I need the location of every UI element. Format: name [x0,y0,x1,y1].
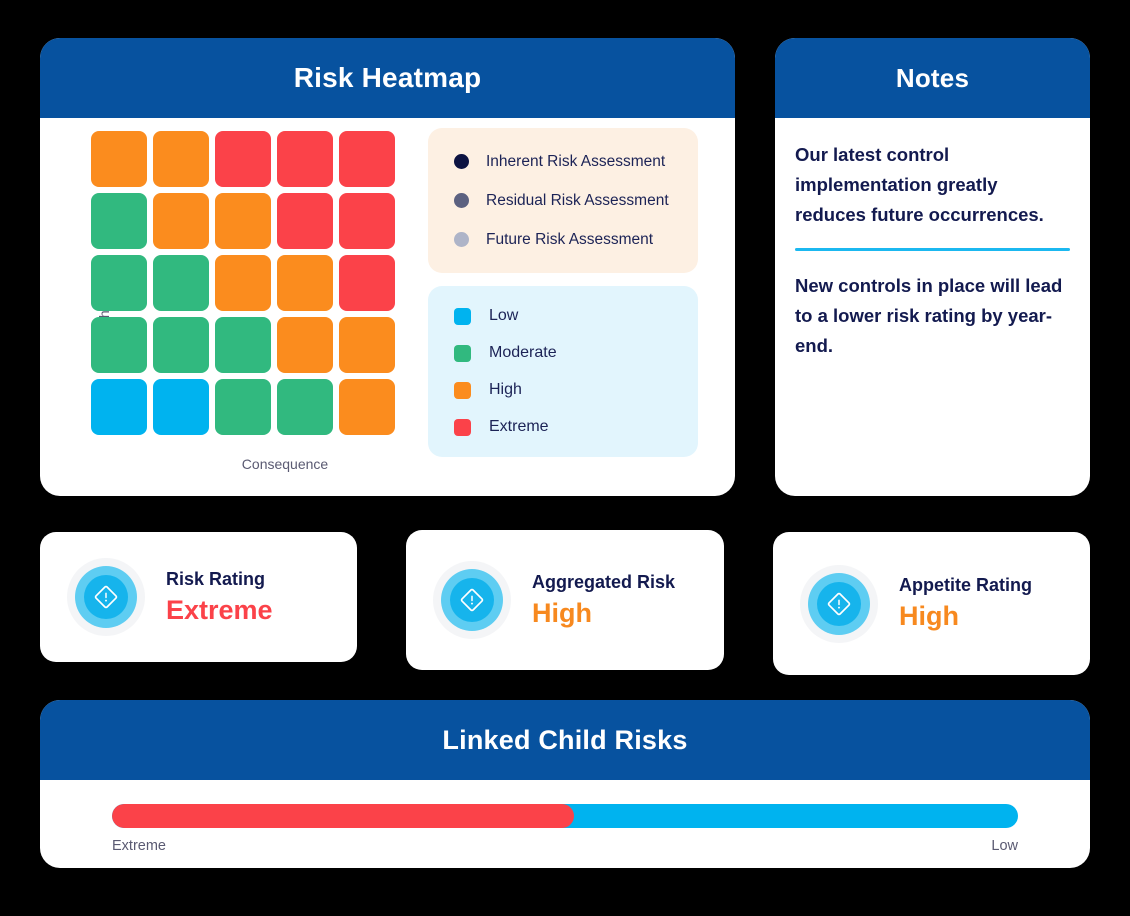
risk-bar-labels: Extreme Low [112,838,1018,854]
heatmap-cell-r1-c4[interactable] [277,131,333,187]
note-paragraph-1: Our latest control implementation greatl… [795,144,1044,225]
risk-heatmap-card: Risk Heatmap Likelihood Consequence Inhe… [40,38,735,496]
heatmap-cell-r2-c1[interactable] [91,193,147,249]
aggregated-risk-text: Aggregated Risk High [532,572,675,629]
risk-rating-value: Extreme [166,594,273,625]
heatmap-cell-r4-c2[interactable] [153,317,209,373]
legend-dot-icon [454,154,469,169]
alert-diamond-icon [800,564,878,643]
appetite-rating-text: Appetite Rating High [899,575,1032,632]
heatmap-cell-r1-c2[interactable] [153,131,209,187]
heatmap-cell-r5-c4[interactable] [277,379,333,435]
risk-scale-legend: Low Moderate High Extreme [428,286,698,457]
notes-card: Notes Our latest control implementation … [775,38,1090,496]
aggregated-risk-value: High [532,597,592,628]
risk-heatmap-body: Likelihood Consequence Inherent Risk Ass… [40,118,735,496]
heatmap-cell-r5-c5[interactable] [339,379,395,435]
heatmap-cell-r4-c4[interactable] [277,317,333,373]
legend-swatch-icon [454,381,471,399]
scale-legend-label: Extreme [489,418,549,435]
notes-divider [795,247,1070,251]
heatmap-cell-r5-c2[interactable] [153,379,209,435]
heatmap-cell-r2-c2[interactable] [153,193,209,249]
notes-title: Notes [775,38,1090,118]
appetite-rating-value: High [899,601,959,631]
aggregated-risk-card[interactable]: Aggregated Risk High [406,530,724,670]
heatmap-cell-r3-c5[interactable] [339,255,395,311]
heatmap-cell-r1-c3[interactable] [215,131,271,187]
assessment-legend-label: Residual Risk Assessment [486,191,669,209]
heatmap-cell-r2-c5[interactable] [339,193,395,249]
linked-child-risks-body: Extreme Low [40,780,1090,868]
scale-legend-item[interactable]: Low [454,302,698,330]
legend-swatch-icon [454,418,471,436]
heatmap-cell-r3-c3[interactable] [215,255,271,311]
assessment-legend-item[interactable]: Future Risk Assessment [454,224,698,255]
heatmap-cell-r4-c1[interactable] [91,317,147,373]
assessment-legend-label: Inherent Risk Assessment [486,152,666,170]
alert-diamond-icon [433,561,511,639]
appetite-rating-card[interactable]: Appetite Rating High [773,532,1090,675]
scale-legend-label: Moderate [489,344,557,361]
risk-rating-label: Risk Rating [166,568,266,589]
risk-rating-card[interactable]: Risk Rating Extreme [40,532,357,662]
risk-bar-label-right: Low [991,838,1018,854]
risk-bar-label-left: Extreme [112,838,166,854]
assessment-legend: Inherent Risk Assessment Residual Risk As… [428,128,698,273]
scale-legend-label: High [489,381,522,398]
heatmap-cell-r1-c1[interactable] [91,131,147,187]
heatmap-cell-r3-c2[interactable] [153,255,209,311]
risk-distribution-bar[interactable] [112,804,1018,828]
risk-heatmap-title: Risk Heatmap [40,38,735,118]
scale-legend-item[interactable]: Extreme [454,413,698,441]
heatmap-cell-r4-c5[interactable] [339,317,395,373]
heatmap-cell-r5-c1[interactable] [91,379,147,435]
alert-diamond-icon [67,558,145,636]
appetite-rating-label: Appetite Rating [899,575,1032,595]
scale-legend-item[interactable]: High [454,376,698,404]
legend-swatch-icon [454,344,471,362]
scale-legend-item[interactable]: Moderate [454,339,698,367]
legend-swatch-icon [454,307,471,325]
heatmap-cell-r1-c5[interactable] [339,131,395,187]
heatmap-cell-r3-c1[interactable] [91,255,147,311]
heatmap-grid [91,131,395,435]
aggregated-risk-label: Aggregated Risk [532,571,676,592]
assessment-legend-label: Future Risk Assessment [486,230,654,248]
heatmap-cell-r2-c3[interactable] [215,193,271,249]
linked-child-risks-title: Linked Child Risks [40,700,1090,780]
consequence-axis-label: Consequence [241,456,329,472]
scale-legend-label: Low [489,307,519,324]
notes-body: Our latest control implementation greatl… [775,118,1090,361]
legend-dot-icon [454,232,469,247]
dashboard-root: Risk Heatmap Likelihood Consequence Inhe… [0,0,1130,916]
assessment-legend-item[interactable]: Inherent Risk Assessment [454,146,698,177]
heatmap-cell-r2-c4[interactable] [277,193,333,249]
legend-dot-icon [454,193,469,208]
heatmap-cell-r4-c3[interactable] [215,317,271,373]
linked-child-risks-card: Linked Child Risks Extreme Low [40,700,1090,868]
assessment-legend-item[interactable]: Residual Risk Assessment [454,185,698,216]
heatmap-cell-r3-c4[interactable] [277,255,333,311]
risk-rating-text: Risk Rating Extreme [166,569,273,626]
risk-bar-segment-extreme[interactable] [112,804,575,828]
note-paragraph-2: New controls in place will lead to a low… [795,274,1063,356]
heatmap-cell-r5-c3[interactable] [215,379,271,435]
